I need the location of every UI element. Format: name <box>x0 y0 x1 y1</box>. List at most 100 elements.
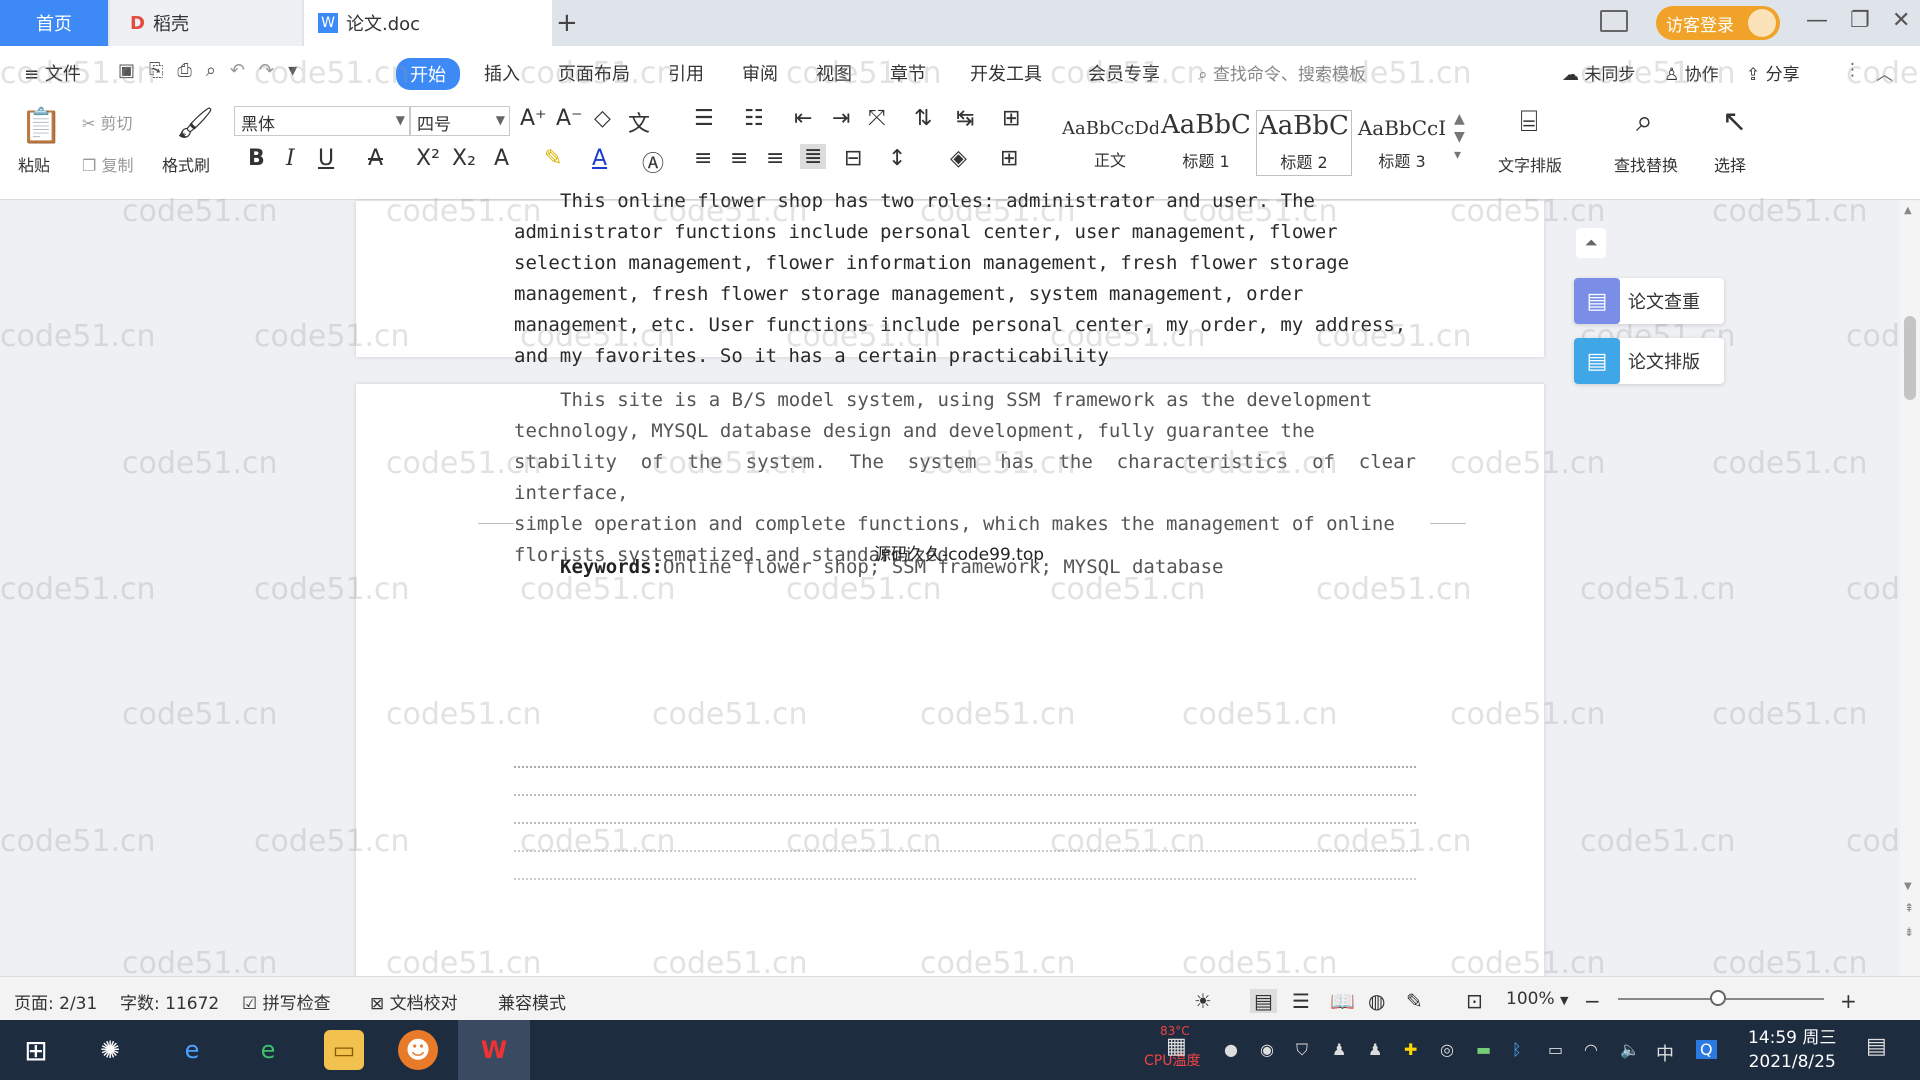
line-spacing-icon[interactable]: ↕ <box>888 146 906 171</box>
bold-icon[interactable]: B <box>248 146 265 171</box>
page-indicator[interactable]: 页面: 2/31 <box>14 989 97 1014</box>
menu-developer[interactable]: 开发工具 <box>970 60 1042 86</box>
copy-button[interactable]: ❐ 复制 <box>82 152 133 176</box>
doc-proof-button[interactable]: ⊠ 文档校对 <box>370 989 458 1014</box>
select-button[interactable]: 选择 <box>1714 152 1746 176</box>
styles-scroll-icon[interactable]: ▲ ▼ ▾ <box>1454 110 1465 164</box>
chinese-layout-icon[interactable]: ⤧ <box>868 106 886 131</box>
numbered-list-icon[interactable]: ☷ <box>744 106 764 131</box>
wps-app-icon[interactable]: W <box>458 1020 530 1080</box>
cursor-select-icon[interactable]: ↖ <box>1722 104 1747 139</box>
text-layout-button[interactable]: 文字排版 <box>1498 152 1562 176</box>
align-left-icon[interactable]: ≡ <box>694 146 712 171</box>
distribute-icon[interactable]: ⊟ <box>844 146 862 171</box>
style-normal[interactable]: AaBbCcDd 正文 <box>1062 110 1158 176</box>
close-button[interactable]: ✕ <box>1892 8 1910 33</box>
menu-start[interactable]: 开始 <box>396 58 460 90</box>
format-painter-button[interactable]: 格式刷 <box>162 152 210 176</box>
web-view-icon[interactable]: ◍ <box>1368 989 1385 1013</box>
zoom-slider-handle[interactable] <box>1710 990 1726 1006</box>
pinwheel-app-icon[interactable]: ✺ <box>90 1030 130 1070</box>
zoom-select[interactable]: 100% ▼ <box>1506 989 1568 1009</box>
eye-protection-icon[interactable]: ☀ <box>1194 989 1212 1013</box>
text-layout-icon[interactable]: ⌸ <box>1520 104 1538 139</box>
font-color-icon[interactable]: A <box>592 146 607 171</box>
italic-icon[interactable]: I <box>286 146 295 171</box>
menu-page-layout[interactable]: 页面布局 <box>558 60 630 86</box>
volume-icon[interactable]: 🔈 <box>1620 1040 1640 1059</box>
prev-page-icon[interactable]: ⇞ <box>1904 901 1914 915</box>
cut-button[interactable]: ✂ 剪切 <box>82 110 133 134</box>
font-size-select[interactable]: 四号 ▼ <box>410 106 510 136</box>
shrink-font-icon[interactable]: A⁻ <box>556 106 583 131</box>
bluetooth-icon[interactable]: ᛒ <box>1512 1040 1522 1059</box>
next-page-icon[interactable]: ⇟ <box>1904 925 1914 939</box>
superscript-icon[interactable]: X² <box>416 146 440 171</box>
align-right-icon[interactable]: ≡ <box>766 146 784 171</box>
decrease-indent-icon[interactable]: ⇤ <box>794 106 812 131</box>
paper-check-button[interactable]: ▤ 论文查重 <box>1574 278 1724 324</box>
highlight-icon[interactable]: ✎ <box>544 146 562 171</box>
reading-view-icon[interactable]: 📖 <box>1330 989 1355 1013</box>
page-view-icon[interactable]: ▤ <box>1250 989 1277 1013</box>
menu-chapter[interactable]: 章节 <box>890 60 926 86</box>
scrollbar-thumb[interactable] <box>1904 316 1916 400</box>
command-search[interactable]: ⌕ 查找命令、搜索模板 <box>1198 60 1366 85</box>
print-icon[interactable]: ⎙ <box>177 60 205 81</box>
tab-ruler-icon[interactable]: ⊞ <box>1002 106 1020 131</box>
align-center-icon[interactable]: ≡ <box>730 146 748 171</box>
minimize-button[interactable]: — <box>1806 8 1828 33</box>
font-name-select[interactable]: 黑体 ▼ <box>234 106 410 136</box>
cpu-monitor-icon[interactable]: ▦ <box>1166 1034 1187 1059</box>
underline-icon[interactable]: U <box>318 146 334 171</box>
clear-format-icon[interactable]: ◇ <box>594 106 611 131</box>
find-replace-icon[interactable]: ⌕ <box>1636 104 1653 139</box>
style-heading-1[interactable]: AaBbC 标题 1 <box>1158 110 1254 176</box>
tab-home[interactable]: 首页 <box>0 0 108 46</box>
export-icon[interactable]: ⎘ <box>149 60 177 81</box>
shield-icon[interactable]: ⛉ <box>1296 1040 1308 1060</box>
save-icon[interactable]: ▣ <box>118 60 149 81</box>
menu-insert[interactable]: 插入 <box>484 60 520 86</box>
phonetic-guide-icon[interactable]: 文 <box>628 106 650 138</box>
browser-360-icon[interactable]: e <box>248 1030 288 1070</box>
scroll-down-icon[interactable]: ▼ <box>1904 881 1912 892</box>
borders-icon[interactable]: ⊞ <box>1000 146 1018 171</box>
tray-app-icon[interactable]: ● <box>1224 1040 1238 1059</box>
menu-review[interactable]: 审阅 <box>742 60 778 86</box>
gpu-icon[interactable]: ▬ <box>1476 1040 1491 1059</box>
abstract-paragraph-1[interactable]: This online flower shop has two roles: a… <box>514 186 1416 372</box>
collab-button[interactable]: ♙ 协作 <box>1664 60 1719 85</box>
ime-indicator[interactable]: 中 <box>1656 1040 1674 1066</box>
subscript-icon[interactable]: X₂ <box>452 146 476 171</box>
bullet-list-icon[interactable]: ☰ <box>694 106 714 131</box>
char-border-icon[interactable]: Ⓐ <box>642 146 664 178</box>
find-replace-button[interactable]: 查找替换 <box>1614 152 1678 176</box>
menu-references[interactable]: 引用 <box>668 60 704 86</box>
more-icon[interactable]: ⋮ <box>1844 60 1861 80</box>
paste-icon[interactable]: 📋 <box>20 106 62 146</box>
redo-icon[interactable]: ↷ <box>259 60 288 81</box>
strikethrough-icon[interactable]: A <box>368 146 383 171</box>
style-heading-3[interactable]: AaBbCcI 标题 3 <box>1354 110 1450 176</box>
tray-network-app-icon[interactable]: ◉ <box>1260 1040 1274 1059</box>
menu-member[interactable]: 会员专享 <box>1088 60 1160 86</box>
show-marks-icon[interactable]: ↹ <box>956 106 974 131</box>
tray-app-icon[interactable]: ◎ <box>1440 1040 1454 1059</box>
undo-icon[interactable]: ↶ <box>230 60 259 81</box>
grow-font-icon[interactable]: A⁺ <box>520 106 547 131</box>
paper-layout-button[interactable]: ▤ 论文排版 <box>1574 338 1724 384</box>
outline-view-icon[interactable]: ☰ <box>1292 989 1310 1013</box>
sort-icon[interactable]: ⇅ <box>914 106 932 131</box>
vertical-scrollbar[interactable]: ▲ ▼ ⇞ ⇟ <box>1900 201 1920 976</box>
word-count[interactable]: 字数: 11672 <box>120 989 219 1014</box>
wifi-icon[interactable]: ◠ <box>1584 1040 1598 1059</box>
new-tab-button[interactable]: + <box>556 8 578 38</box>
zoom-in-icon[interactable]: + <box>1840 989 1857 1013</box>
justify-icon[interactable]: ≣ <box>800 144 827 169</box>
media-app-icon[interactable]: ☻ <box>398 1030 438 1070</box>
spell-check-button[interactable]: ☑ 拼写检查 <box>242 989 331 1014</box>
write-mode-icon[interactable]: ✎ <box>1406 989 1423 1013</box>
ie-browser-icon[interactable]: e <box>172 1030 212 1070</box>
start-icon[interactable]: ⊞ <box>16 1030 56 1070</box>
